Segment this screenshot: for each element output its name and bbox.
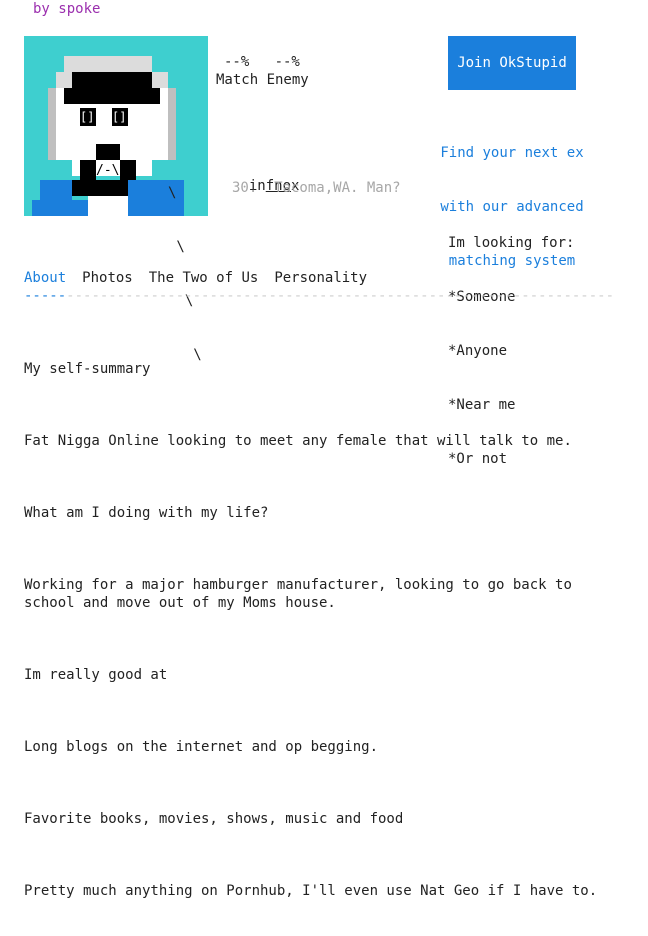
section-heading: Im really good at xyxy=(24,667,168,683)
profile-meta: 30. Tacoma,WA. Man? xyxy=(232,180,401,196)
section-text: Pretty much anything on Pornhub, I'll ev… xyxy=(24,883,598,899)
tab-about[interactable]: About xyxy=(24,270,66,286)
section-text: Working for a major hamburger manufactur… xyxy=(24,577,572,611)
avatar-brows: == == xyxy=(68,92,119,106)
match-percentages: --% --% xyxy=(224,54,300,70)
about-section: My self-summary Fat Nigga Online looking… xyxy=(24,324,624,936)
looking-for-heading: Im looking for: xyxy=(448,235,575,251)
join-button[interactable]: Join OkStupid xyxy=(448,36,576,90)
match-enemy-label: Match Enemy xyxy=(216,72,309,88)
tab-personality[interactable]: Personality xyxy=(274,270,367,286)
section-text: Fat Nigga Online looking to meet any fem… xyxy=(24,433,572,449)
section-heading: My self-summary xyxy=(24,361,151,377)
profile-tabs: About Photos The Two of Us Personality xyxy=(24,270,367,286)
tab-the-two-of-us[interactable]: The Two of Us xyxy=(149,270,259,286)
section-text: Long blogs on the internet and op beggin… xyxy=(24,739,379,755)
tab-photos[interactable]: Photos xyxy=(82,270,133,286)
avatar-mouth: /-\ xyxy=(96,163,120,178)
avatar-eye-left: [] xyxy=(80,110,95,124)
active-tab-indicator: ----- xyxy=(24,288,67,304)
author-byline[interactable]: by spoke xyxy=(33,1,100,17)
avatar-eye-right: [] xyxy=(112,110,127,124)
section-heading: Favorite books, movies, shows, music and… xyxy=(24,811,404,827)
section-heading: What am I doing with my life? xyxy=(24,505,269,521)
tab-divider: ----------------------------------------… xyxy=(24,288,616,304)
